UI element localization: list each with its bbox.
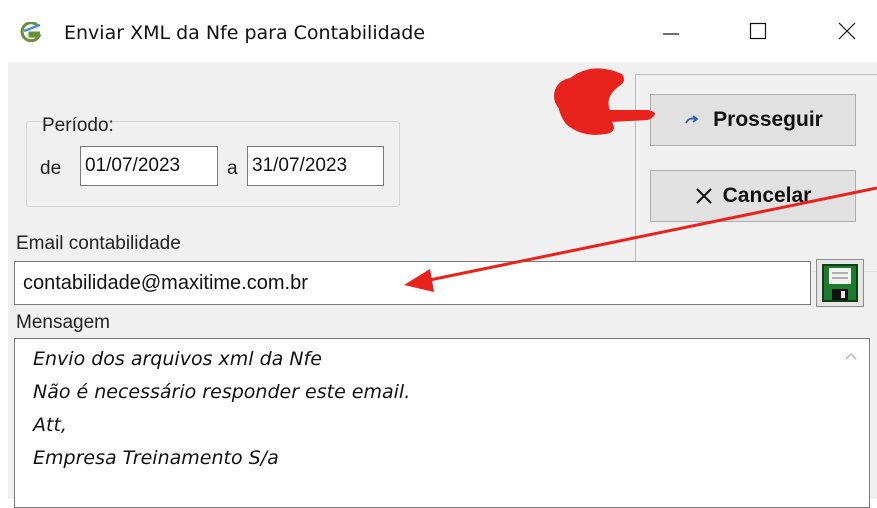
close-icon <box>838 22 856 40</box>
window-title: Enviar XML da Nfe para Contabilidade <box>64 22 426 44</box>
message-line: Empresa Treinamento S/a <box>33 447 279 469</box>
maximize-icon <box>749 22 767 40</box>
date-from-input[interactable]: 01/07/2023 <box>80 146 218 186</box>
save-email-button[interactable] <box>816 259 864 307</box>
from-label: de <box>40 158 62 179</box>
message-line: Não é necessário responder este email. <box>33 381 411 403</box>
cancel-button[interactable]: Cancelar <box>650 170 856 222</box>
x-icon <box>695 188 712 204</box>
maximize-button[interactable] <box>738 14 778 48</box>
title-bar: Enviar XML da Nfe para Contabilidade <box>0 0 877 62</box>
minimize-button[interactable] <box>651 14 691 48</box>
message-line: Att, <box>33 414 67 436</box>
proceed-button[interactable]: Prosseguir <box>650 94 856 146</box>
email-label: Email contabilidade <box>16 233 181 254</box>
app-logo-icon <box>20 22 42 42</box>
redo-arrow-icon <box>685 115 699 124</box>
scroll-up-arrow-icon[interactable] <box>843 349 859 363</box>
message-line: Envio dos arquivos xml da Nfe <box>33 348 322 370</box>
periodo-label: Período: <box>42 115 114 136</box>
message-label: Mensagem <box>16 312 110 333</box>
floppy-disk-icon <box>822 264 858 302</box>
close-button[interactable] <box>827 14 867 48</box>
to-label: a <box>227 158 238 179</box>
email-input[interactable]: contabilidade@maxitime.com.br <box>14 261 811 305</box>
cancel-label: Cancelar <box>722 184 812 207</box>
date-to-input[interactable]: 31/07/2023 <box>247 146 384 186</box>
minimize-icon <box>663 33 679 35</box>
message-textarea[interactable]: Envio dos arquivos xml da Nfe Não é nece… <box>14 338 870 508</box>
proceed-label: Prosseguir <box>713 108 823 131</box>
